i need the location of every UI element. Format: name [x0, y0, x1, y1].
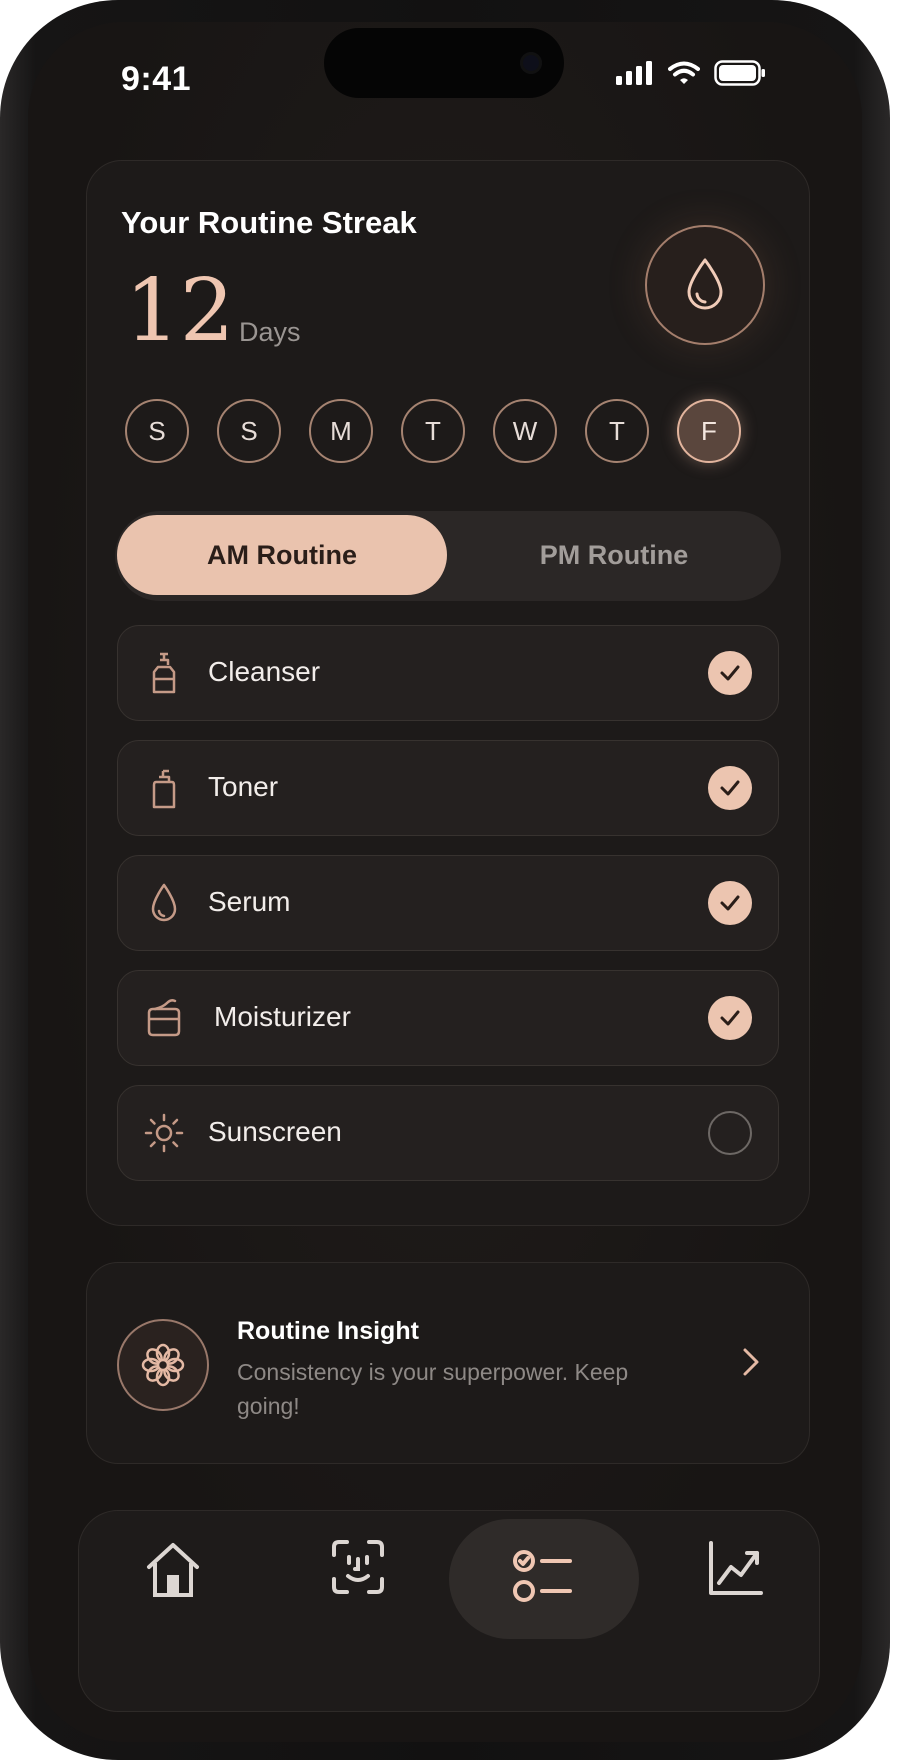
insight-title: Routine Insight — [237, 1317, 419, 1345]
streak-unit: Days — [239, 317, 301, 347]
checkmark-icon — [720, 895, 740, 911]
spray-bottle-icon — [142, 765, 186, 811]
dynamic-island — [324, 28, 564, 98]
step-checkbox-checked[interactable] — [708, 766, 752, 810]
battery-icon — [714, 60, 765, 86]
day-tue[interactable]: T — [401, 399, 465, 463]
tab-progress[interactable] — [707, 1539, 765, 1597]
streak-badge — [645, 225, 765, 345]
day-letter: S — [148, 415, 166, 446]
streak-count: 12 — [125, 261, 235, 361]
cream-jar-icon — [142, 995, 186, 1041]
step-checkbox-checked[interactable] — [708, 996, 752, 1040]
step-moisturizer[interactable]: Moisturizer — [117, 970, 779, 1066]
tab-routine[interactable] — [449, 1519, 639, 1639]
wifi-icon — [668, 61, 700, 84]
droplet-icon — [142, 880, 186, 926]
routine-streak-card: Your Routine Streak 12 Days S S M T W T … — [86, 160, 810, 1226]
step-label: Cleanser — [208, 656, 321, 687]
app-screen: 9:41 Your Routine Streak 12 Days S S M T… — [28, 22, 862, 1742]
day-mon[interactable]: M — [309, 399, 373, 463]
chevron-right-icon[interactable] — [741, 1347, 761, 1382]
step-serum[interactable]: Serum — [117, 855, 779, 951]
routine-insight-card[interactable]: Routine Insight Consistency is your supe… — [86, 1262, 810, 1464]
phone-mockup: 9:41 Your Routine Streak 12 Days S S M T… — [0, 0, 900, 1760]
am-routine-tab[interactable]: AM Routine — [117, 515, 447, 595]
day-letter: T — [425, 415, 441, 446]
sun-icon — [142, 1110, 186, 1156]
checkmark-icon — [720, 665, 740, 681]
flower-icon — [141, 1343, 185, 1387]
insight-body: Consistency is your superpower. Keep goi… — [237, 1359, 629, 1419]
trend-chart-icon — [709, 1541, 763, 1595]
droplet-icon — [687, 258, 723, 310]
day-letter: T — [609, 415, 625, 446]
step-sunscreen[interactable]: Sunscreen — [117, 1085, 779, 1181]
camera-icon — [520, 52, 542, 74]
routine-toggle: AM Routine PM Routine — [115, 511, 781, 601]
streak-title: Your Routine Streak — [121, 205, 417, 240]
status-time: 9:41 — [121, 60, 192, 98]
day-wed[interactable]: W — [493, 399, 557, 463]
pm-routine-tab[interactable]: PM Routine — [449, 515, 779, 595]
step-checkbox-checked[interactable] — [708, 651, 752, 695]
bottom-tab-bar — [78, 1510, 820, 1712]
step-checkbox-checked[interactable] — [708, 881, 752, 925]
day-letter: M — [330, 415, 352, 446]
step-label: Moisturizer — [214, 1001, 351, 1032]
day-letter: F — [701, 415, 717, 446]
step-checkbox-unchecked[interactable] — [708, 1111, 752, 1155]
insight-badge — [117, 1319, 209, 1411]
step-label: Sunscreen — [208, 1116, 342, 1147]
pump-bottle-icon — [142, 650, 186, 696]
weekday-row: S S M T W T F — [125, 399, 741, 463]
checkmark-icon — [720, 1010, 740, 1026]
step-label: Toner — [208, 771, 279, 802]
day-letter: W — [512, 415, 538, 446]
checkmark-icon — [720, 780, 740, 796]
signal-icon — [616, 61, 652, 85]
status-bar: 9:41 — [28, 22, 862, 122]
tab-face-scan[interactable] — [331, 1539, 385, 1595]
checklist-icon — [513, 1550, 572, 1602]
day-fri-current[interactable]: F — [677, 399, 741, 463]
face-scan-icon — [332, 1540, 384, 1594]
home-icon — [147, 1543, 199, 1597]
day-thu[interactable]: T — [585, 399, 649, 463]
step-label: Serum — [208, 886, 291, 917]
day-sun[interactable]: S — [125, 399, 189, 463]
day-letter: S — [240, 415, 258, 446]
tab-home[interactable] — [143, 1539, 203, 1599]
day-sat[interactable]: S — [217, 399, 281, 463]
step-toner[interactable]: Toner — [117, 740, 779, 836]
status-icons — [616, 60, 766, 86]
step-cleanser[interactable]: Cleanser — [117, 625, 779, 721]
routine-steps-list: Cleanser Toner Serum Moisturizer Sunscre… — [117, 625, 779, 1200]
